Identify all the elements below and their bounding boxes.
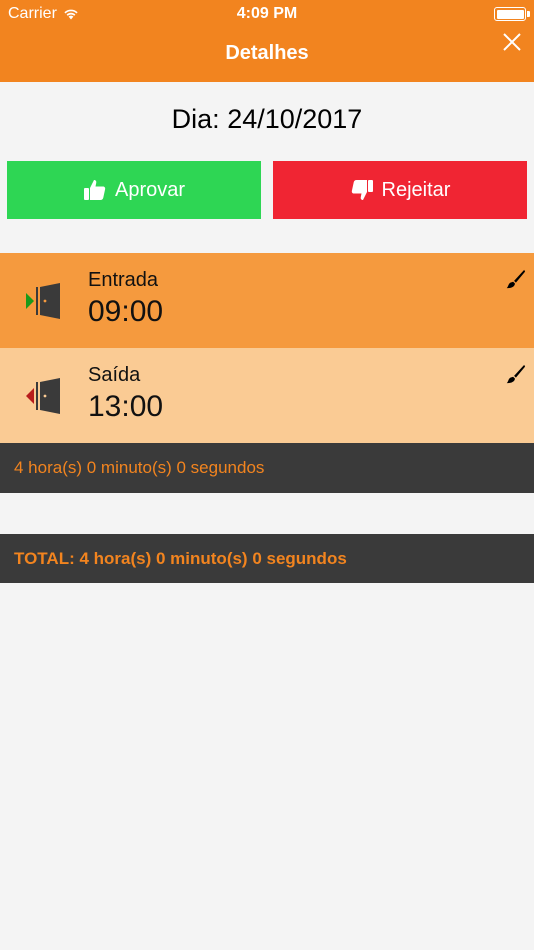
entry-row-saida[interactable]: Saída 13:00 xyxy=(0,348,534,443)
total-bar: TOTAL: 4 hora(s) 0 minuto(s) 0 segundos xyxy=(0,534,534,583)
date-title: Dia: 24/10/2017 xyxy=(171,104,363,134)
approve-button[interactable]: Aprovar xyxy=(7,161,261,219)
close-icon[interactable] xyxy=(500,30,524,54)
door-exit-icon xyxy=(26,378,60,414)
page-title: Detalhes xyxy=(225,42,309,64)
reject-button[interactable]: Rejeitar xyxy=(273,161,527,219)
approve-label: Aprovar xyxy=(114,178,186,201)
brush-icon[interactable] xyxy=(504,363,526,385)
door-enter-icon xyxy=(26,283,60,319)
thumbs-down-icon xyxy=(351,180,373,200)
navigation-bar: Carrier 4:09 PM Detalhes xyxy=(0,0,534,82)
entry-label: Entrada xyxy=(88,269,159,291)
subtotal-bar: 4 hora(s) 0 minuto(s) 0 segundos xyxy=(0,443,534,493)
entry-time: 13:00 xyxy=(88,390,164,423)
thumbs-up-icon xyxy=(83,180,106,200)
reject-label: Rejeitar xyxy=(381,178,451,201)
status-time: 4:09 PM xyxy=(236,5,298,22)
brush-icon[interactable] xyxy=(504,268,526,290)
entry-row-entrada[interactable]: Entrada 09:00 xyxy=(0,253,534,348)
battery-tip xyxy=(527,11,530,17)
status-bar: Carrier 4:09 PM xyxy=(0,0,534,28)
battery-icon xyxy=(494,7,526,21)
entry-time: 09:00 xyxy=(88,295,164,328)
entry-label: Saída xyxy=(88,364,141,386)
